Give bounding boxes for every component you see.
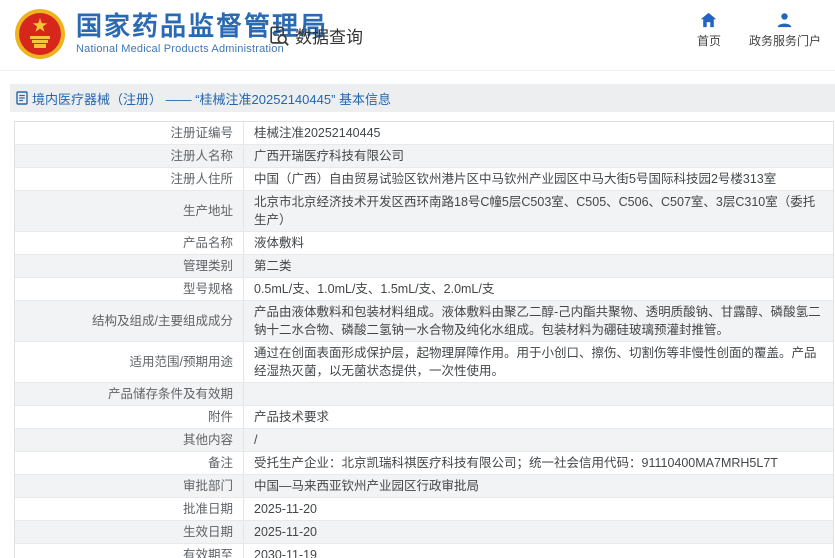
row-label: 注册证编号 <box>15 122 244 144</box>
top-nav: 首页 政务服务门户 <box>697 12 821 49</box>
row-value: 液体敷料 <box>244 232 833 254</box>
nav-portal[interactable]: 政务服务门户 <box>749 12 821 49</box>
table-row: 管理类别第二类 <box>15 255 833 278</box>
nav-home-label: 首页 <box>697 32 721 49</box>
row-value: 受托生产企业：北京凯瑞科祺医疗科技有限公司；统一社会信用代码：91110400M… <box>244 452 833 474</box>
row-value: 通过在创面表面形成保护层，起物理屏障作用。用于小创口、擦伤、切割伤等非慢性创面的… <box>244 342 833 382</box>
national-emblem-icon <box>14 8 66 60</box>
table-row: 有效期至2030-11-19 <box>15 544 833 558</box>
table-row: 批准日期2025-11-20 <box>15 498 833 521</box>
row-value: 产品技术要求 <box>244 406 833 428</box>
row-label: 批准日期 <box>15 498 244 520</box>
data-query-link[interactable]: 数据查询 <box>268 23 363 48</box>
row-value: 广西开瑞医疗科技有限公司 <box>244 145 833 167</box>
nav-portal-label: 政务服务门户 <box>749 32 821 49</box>
user-icon <box>776 12 793 28</box>
row-value: 桂械注准20252140445 <box>244 122 833 144</box>
table-row: 生效日期2025-11-20 <box>15 521 833 544</box>
page: 国家药品监督管理局 National Medical Products Admi… <box>0 0 835 558</box>
row-label: 有效期至 <box>15 544 244 558</box>
national-emblem-logo[interactable] <box>14 8 66 60</box>
row-label: 型号规格 <box>15 278 244 300</box>
row-label: 注册人名称 <box>15 145 244 167</box>
breadcrumb-text: 境内医疗器械（注册） —— “桂械注准20252140445” 基本信息 <box>32 89 391 108</box>
row-value: 2025-11-20 <box>244 498 833 520</box>
table-row: 结构及组成/主要组成成分产品由液体敷料和包装材料组成。液体敷料由聚乙二醇-己内酯… <box>15 301 833 342</box>
table-row: 型号规格0.5mL/支、1.0mL/支、1.5mL/支、2.0mL/支 <box>15 278 833 301</box>
nav-home[interactable]: 首页 <box>697 12 721 49</box>
table-row: 注册人名称广西开瑞医疗科技有限公司 <box>15 145 833 168</box>
row-value: / <box>244 429 833 451</box>
table-row: 备注受托生产企业：北京凯瑞科祺医疗科技有限公司；统一社会信用代码：9111040… <box>15 452 833 475</box>
row-value <box>244 383 833 405</box>
data-query-label: 数据查询 <box>295 23 363 48</box>
breadcrumb-bar: 境内医疗器械（注册） —— “桂械注准20252140445” 基本信息 <box>10 84 835 112</box>
row-label: 附件 <box>15 406 244 428</box>
row-label: 审批部门 <box>15 475 244 497</box>
row-label: 管理类别 <box>15 255 244 277</box>
row-label: 产品储存条件及有效期 <box>15 383 244 405</box>
row-label: 生产地址 <box>15 191 244 231</box>
table-row: 产品名称液体敷料 <box>15 232 833 255</box>
table-row: 产品储存条件及有效期 <box>15 383 833 406</box>
row-label: 其他内容 <box>15 429 244 451</box>
row-label: 注册人住所 <box>15 168 244 190</box>
row-value: 0.5mL/支、1.0mL/支、1.5mL/支、2.0mL/支 <box>244 278 833 300</box>
table-row: 附件产品技术要求 <box>15 406 833 429</box>
home-icon <box>700 12 717 28</box>
table-row: 审批部门中国—马来西亚钦州产业园区行政审批局 <box>15 475 833 498</box>
row-label: 生效日期 <box>15 521 244 543</box>
row-value: 第二类 <box>244 255 833 277</box>
row-value: 中国（广西）自由贸易试验区钦州港片区中马钦州产业园区中马大街5号国际科技园2号楼… <box>244 168 833 190</box>
site-header: 国家药品监督管理局 National Medical Products Admi… <box>0 0 835 71</box>
table-row: 其他内容/ <box>15 429 833 452</box>
row-value: 2025-11-20 <box>244 521 833 543</box>
table-row: 注册人住所中国（广西）自由贸易试验区钦州港片区中马钦州产业园区中马大街5号国际科… <box>15 168 833 191</box>
document-search-icon <box>268 25 290 47</box>
document-icon <box>16 91 28 105</box>
row-value: 中国—马来西亚钦州产业园区行政审批局 <box>244 475 833 497</box>
row-value: 产品由液体敷料和包装材料组成。液体敷料由聚乙二醇-己内酯共聚物、透明质酸钠、甘露… <box>244 301 833 341</box>
table-row: 注册证编号桂械注准20252140445 <box>15 122 833 145</box>
info-table: 注册证编号桂械注准20252140445注册人名称广西开瑞医疗科技有限公司注册人… <box>14 121 834 558</box>
table-row: 适用范围/预期用途通过在创面表面形成保护层，起物理屏障作用。用于小创口、擦伤、切… <box>15 342 833 383</box>
row-label: 产品名称 <box>15 232 244 254</box>
row-value: 2030-11-19 <box>244 544 833 558</box>
row-value: 北京市北京经济技术开发区西环南路18号C幢5层C503室、C505、C506、C… <box>244 191 833 231</box>
row-label: 适用范围/预期用途 <box>15 342 244 382</box>
row-label: 备注 <box>15 452 244 474</box>
table-row: 生产地址北京市北京经济技术开发区西环南路18号C幢5层C503室、C505、C5… <box>15 191 833 232</box>
row-label: 结构及组成/主要组成成分 <box>15 301 244 341</box>
breadcrumb: 境内医疗器械（注册） —— “桂械注准20252140445” 基本信息 <box>16 89 391 108</box>
